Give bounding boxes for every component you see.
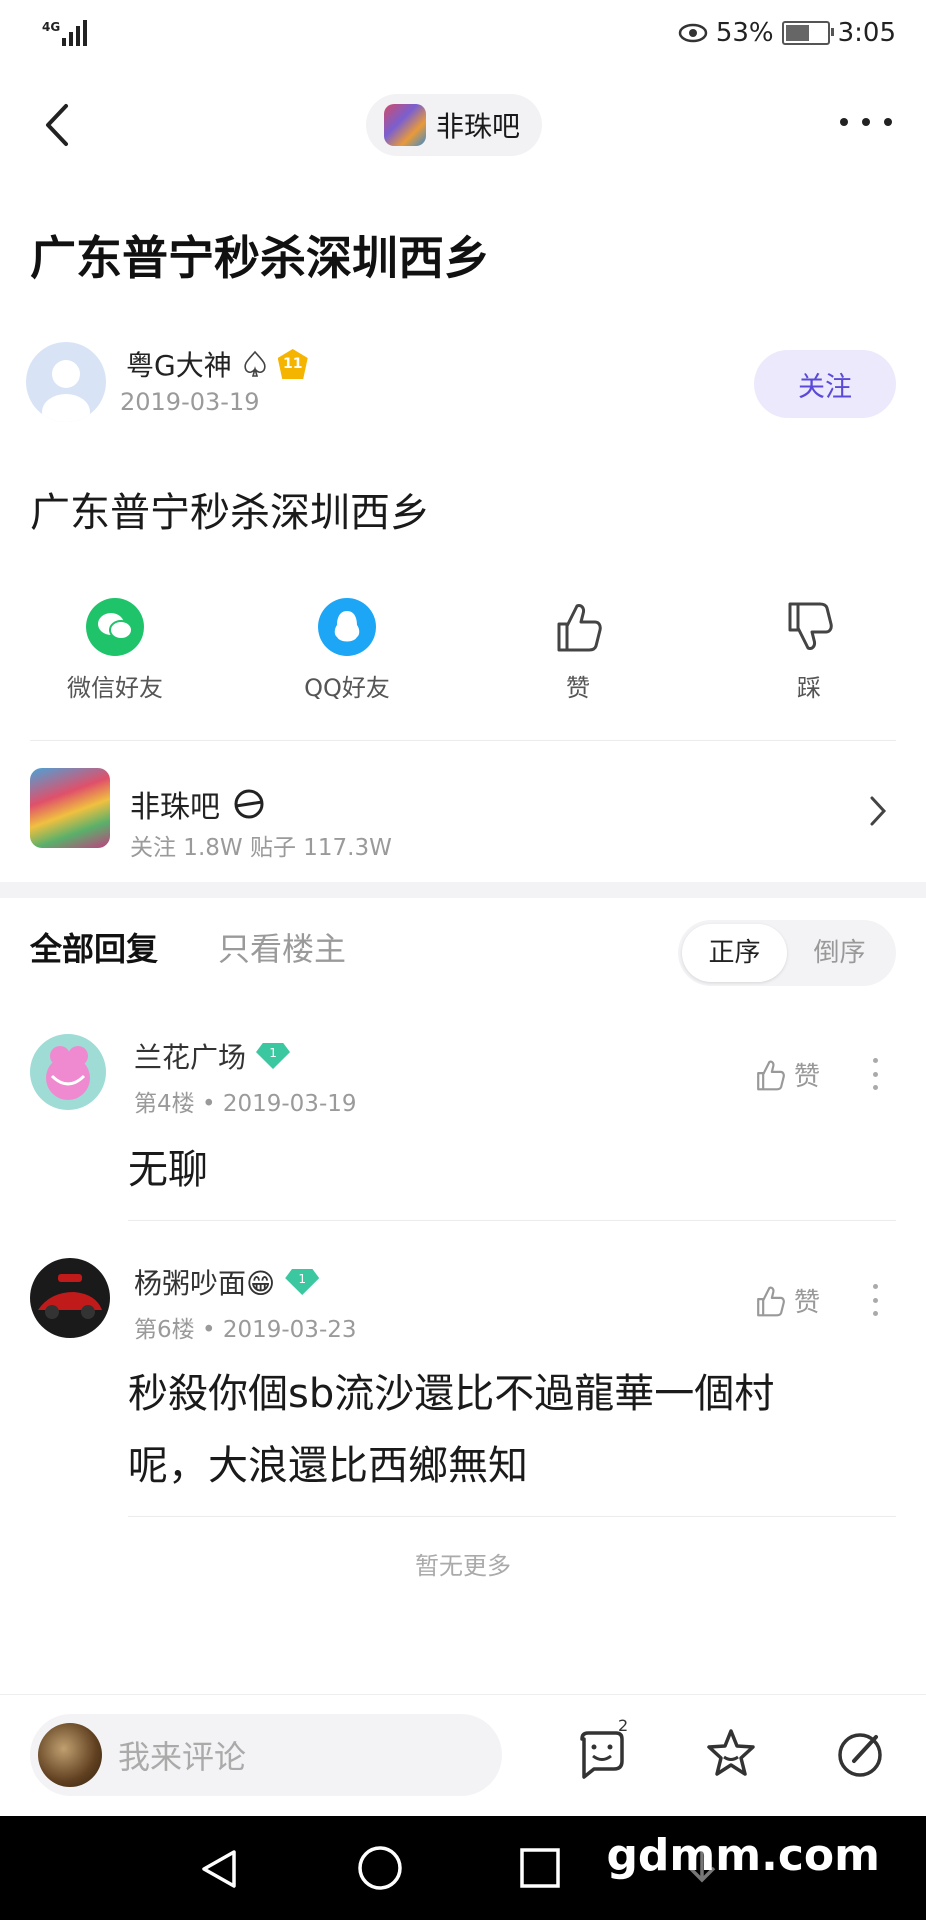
tab-all-replies[interactable]: 全部回复 [30,924,158,970]
status-bar: 4G 53% 3:05 [0,0,926,70]
reply-like-button[interactable]: 赞 [752,1282,820,1319]
reply-like-button[interactable]: 赞 [752,1056,820,1093]
reply-content: 无聊 [128,1147,208,1193]
forum-card-name: 非珠吧 [130,790,220,825]
battery-percent: 53% [715,18,774,48]
divider [128,1516,896,1517]
forum-type-icon [234,789,264,819]
no-more-text: 暂无更多 [415,1552,511,1580]
qq-icon [318,598,376,656]
forum-thumbnail [384,104,426,146]
thumb-down-icon [788,602,833,650]
reply-author-row[interactable]: 杨粥吵面😁 1 [134,1262,320,1302]
tab-owner-only[interactable]: 只看楼主 [218,924,346,970]
reply-content: 秒殺你個sb流沙還比不過龍華一個村 呢，大浪還比西鄉無知 [128,1371,775,1489]
status-right: 53% 3:05 [678,18,896,48]
author-name-row[interactable]: 粤G大神 11 [126,344,308,384]
forum-pill[interactable]: 非珠吧 [366,94,543,156]
like-label: 赞 [566,674,590,702]
default-avatar-icon [42,360,90,422]
post-date: 2019-03-19 [120,388,260,416]
sort-asc-button[interactable]: 正序 [682,924,787,982]
divider [30,740,896,741]
nav-recents-icon[interactable] [518,1846,562,1890]
reply-author-name: 兰花广场 [134,1041,247,1074]
chevron-right-icon[interactable] [868,794,888,828]
reply-more-icon[interactable] [873,1284,879,1316]
forum-card-thumbnail[interactable] [30,768,110,848]
spade-icon [244,350,266,377]
reply-more-icon[interactable] [873,1058,879,1090]
share-wechat[interactable]: 微信好友 [45,598,185,703]
section-separator [0,882,926,898]
share-qq-label: QQ好友 [304,674,390,702]
like-action[interactable]: 赞 [508,598,648,703]
share-wechat-label: 微信好友 [67,674,163,702]
signal-icon [62,20,87,46]
forum-pill-label: 非珠吧 [436,110,521,143]
back-arrow-icon[interactable] [38,100,78,150]
battery-icon [781,21,834,45]
sort-desc-button[interactable]: 倒序 [787,924,892,982]
star-icon[interactable] [703,1725,759,1781]
user-avatar [38,1723,102,1787]
watermark: gdmm.com [606,1830,880,1881]
dislike-action[interactable]: 踩 [739,598,879,703]
wechat-icon [86,598,144,656]
post-content: 广东普宁秒杀深圳西乡 [30,490,430,536]
nav-back-icon[interactable] [196,1846,242,1892]
eye-comfort-icon [678,23,708,43]
dislike-label: 踩 [797,674,821,702]
divider [128,1220,896,1221]
reply-meta: 第6楼 • 2019-03-23 [134,1317,357,1343]
follow-button[interactable]: 关注 [754,350,896,418]
thumb-up-icon [757,1060,785,1090]
thumb-up-icon [557,604,602,652]
comment-input[interactable]: 我来评论 [30,1714,502,1796]
emoji-badge: 2 [618,1716,629,1735]
comment-placeholder: 我来评论 [118,1738,247,1776]
reply-author-row[interactable]: 兰花广场 1 [134,1036,291,1076]
forum-card-name-row[interactable]: 非珠吧 [130,782,266,826]
author-name: 粤G大神 [126,349,232,382]
level-badge: 11 [277,349,308,379]
share-icon[interactable] [832,1725,888,1781]
nav-home-icon[interactable] [356,1844,404,1892]
reply-meta: 第4楼 • 2019-03-19 [134,1091,357,1117]
post-title: 广东普宁秒杀深圳西乡 [30,231,490,285]
reply-avatar[interactable] [30,1258,110,1338]
share-qq[interactable]: QQ好友 [277,598,417,703]
forum-card-stats: 关注 1.8W 贴子 117.3W [130,835,392,861]
sort-toggle: 正序 倒序 [678,920,896,986]
author-avatar[interactable] [26,342,106,422]
more-menu-icon[interactable] [840,110,892,134]
level-gem-icon: 1 [285,1269,320,1295]
thumb-up-icon [757,1286,785,1316]
reply-author-name: 杨粥吵面😁 [134,1267,276,1300]
clock: 3:05 [837,18,896,48]
network-indicator: 4G [42,20,61,34]
level-gem-icon: 1 [256,1043,291,1069]
reply-avatar[interactable] [30,1034,106,1110]
